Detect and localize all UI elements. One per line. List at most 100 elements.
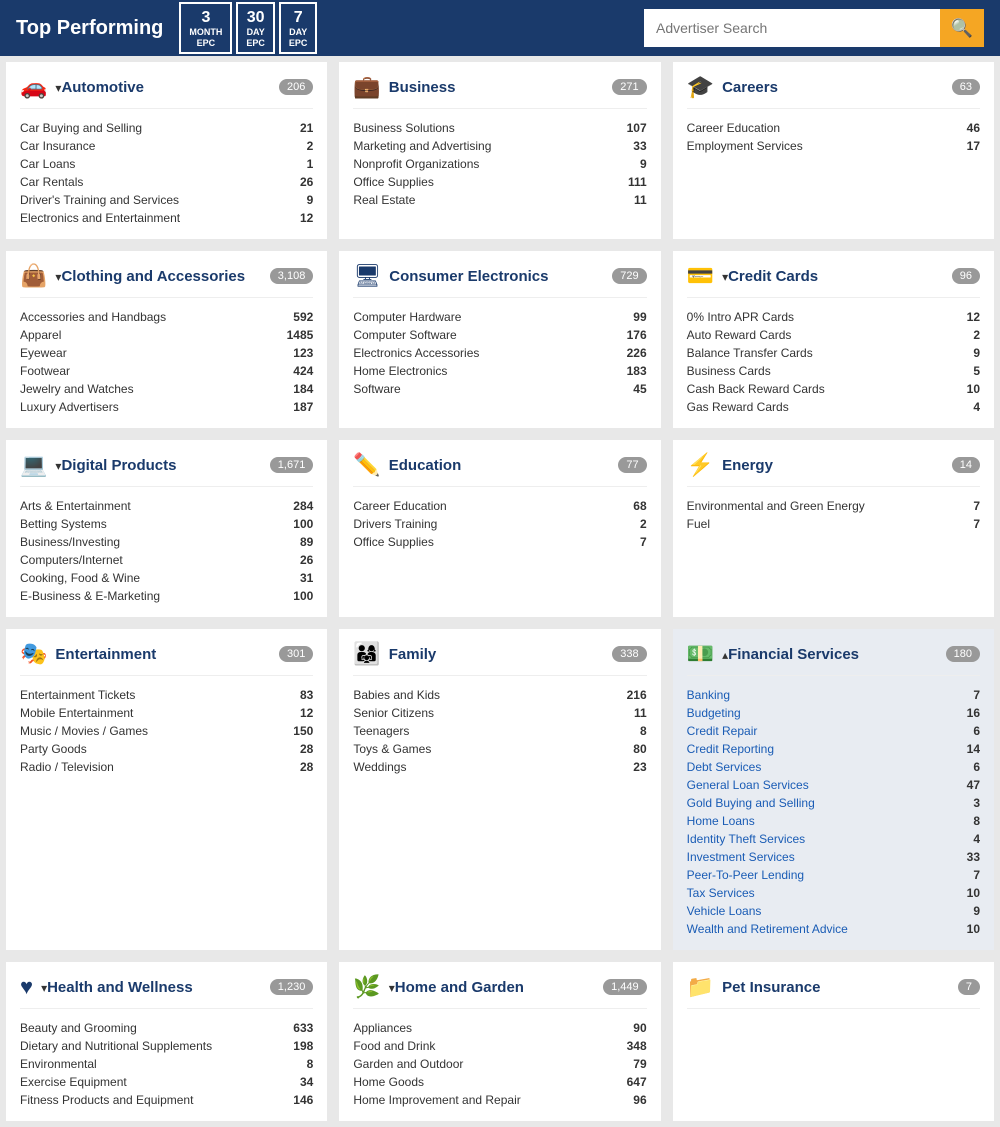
category-header[interactable]: 🎭 Entertainment 301 [20,641,313,676]
list-item[interactable]: Nonprofit Organizations 9 [353,155,646,173]
list-item[interactable]: Senior Citizens 11 [353,704,646,722]
list-item[interactable]: Computer Hardware 99 [353,308,646,326]
list-item[interactable]: Business Solutions 107 [353,119,646,137]
category-header[interactable]: 💳 Credit Cards 96 [687,263,980,298]
list-item[interactable]: Entertainment Tickets 83 [20,686,313,704]
category-header[interactable]: 📁 Pet Insurance 7 [687,974,980,1009]
category-header[interactable]: 👜 Clothing and Accessories 3,108 [20,263,313,298]
list-item[interactable]: Environmental 8 [20,1055,313,1073]
list-item[interactable]: Eyewear 123 [20,344,313,362]
list-item[interactable]: Luxury Advertisers 187 [20,398,313,416]
list-item[interactable]: Computers/Internet 26 [20,551,313,569]
list-item[interactable]: Teenagers 8 [353,722,646,740]
list-item[interactable]: Electronics and Entertainment 12 [20,209,313,227]
list-item[interactable]: Cooking, Food & Wine 31 [20,569,313,587]
category-header[interactable]: 🎓 Careers 63 [687,74,980,109]
list-item[interactable]: General Loan Services 47 [687,776,980,794]
category-header[interactable]: 💼 Business 271 [353,74,646,109]
list-item[interactable]: Computer Software 176 [353,326,646,344]
list-item[interactable]: Garden and Outdoor 79 [353,1055,646,1073]
category-header[interactable]: 💵 Financial Services 180 [687,641,980,676]
list-item[interactable]: Arts & Entertainment 284 [20,497,313,515]
list-item[interactable]: Radio / Television 28 [20,758,313,776]
list-item[interactable]: Budgeting 16 [687,704,980,722]
list-item[interactable]: Gold Buying and Selling 3 [687,794,980,812]
list-item[interactable]: Tax Services 10 [687,884,980,902]
list-item[interactable]: Drivers Training 2 [353,515,646,533]
list-item[interactable]: Home Electronics 183 [353,362,646,380]
list-item[interactable]: Electronics Accessories 226 [353,344,646,362]
list-item[interactable]: Exercise Equipment 34 [20,1073,313,1091]
list-item[interactable]: Business Cards 5 [687,362,980,380]
list-item[interactable]: Mobile Entertainment 12 [20,704,313,722]
list-item[interactable]: Toys & Games 80 [353,740,646,758]
list-item[interactable]: Marketing and Advertising 33 [353,137,646,155]
list-item[interactable]: Banking 7 [687,686,980,704]
list-item[interactable]: Balance Transfer Cards 9 [687,344,980,362]
list-item[interactable]: Home Improvement and Repair 96 [353,1091,646,1109]
list-item[interactable]: Car Buying and Selling 21 [20,119,313,137]
list-item[interactable]: Peer-To-Peer Lending 7 [687,866,980,884]
list-item[interactable]: Beauty and Grooming 633 [20,1019,313,1037]
list-item[interactable]: Appliances 90 [353,1019,646,1037]
list-item[interactable]: Fitness Products and Equipment 146 [20,1091,313,1109]
category-header[interactable]: ✏️ Education 77 [353,452,646,487]
list-item[interactable]: Weddings 23 [353,758,646,776]
list-item[interactable]: Investment Services 33 [687,848,980,866]
list-item[interactable]: Career Education 68 [353,497,646,515]
category-header[interactable]: 🌿 Home and Garden 1,449 [353,974,646,1009]
list-item[interactable]: Dietary and Nutritional Supplements 198 [20,1037,313,1055]
list-item[interactable]: Jewelry and Watches 184 [20,380,313,398]
list-item[interactable]: Real Estate 11 [353,191,646,209]
category-title: Consumer Electronics [389,268,604,285]
category-header[interactable]: 👨‍👩‍👧 Family 338 [353,641,646,676]
list-item[interactable]: Fuel 7 [687,515,980,533]
list-item[interactable]: Betting Systems 100 [20,515,313,533]
list-item[interactable]: Cash Back Reward Cards 10 [687,380,980,398]
list-item[interactable]: E-Business & E-Marketing 100 [20,587,313,605]
subcategory-count: 14 [967,742,980,756]
list-item[interactable]: Apparel 1485 [20,326,313,344]
list-item[interactable]: Wealth and Retirement Advice 10 [687,920,980,938]
list-item[interactable]: Auto Reward Cards 2 [687,326,980,344]
list-item[interactable]: Driver's Training and Services 9 [20,191,313,209]
subcategory-name: Tax Services [687,886,755,900]
list-item[interactable]: Gas Reward Cards 4 [687,398,980,416]
category-header[interactable]: ⚡ Energy 14 [687,452,980,487]
list-item[interactable]: Employment Services 17 [687,137,980,155]
list-item[interactable]: Credit Repair 6 [687,722,980,740]
list-item[interactable]: Car Rentals 26 [20,173,313,191]
list-item[interactable]: Business/Investing 89 [20,533,313,551]
subcategory-name: Auto Reward Cards [687,328,792,342]
category-header[interactable]: 🖥 Consumer Electronics 729 [353,263,646,298]
list-item[interactable]: Footwear 424 [20,362,313,380]
category-count: 96 [952,268,980,284]
category-header[interactable]: ♥ Health and Wellness 1,230 [20,974,313,1009]
category-header[interactable]: 🚗 Automotive 206 [20,74,313,109]
list-item[interactable]: Credit Reporting 14 [687,740,980,758]
search-input[interactable] [644,9,940,47]
epc-3month-button[interactable]: 3MONTHEPC [179,2,232,55]
list-item[interactable]: Debt Services 6 [687,758,980,776]
category-header[interactable]: 💻 Digital Products 1,671 [20,452,313,487]
list-item[interactable]: Office Supplies 111 [353,173,646,191]
list-item[interactable]: Office Supplies 7 [353,533,646,551]
list-item[interactable]: Identity Theft Services 4 [687,830,980,848]
list-item[interactable]: Home Loans 8 [687,812,980,830]
list-item[interactable]: Home Goods 647 [353,1073,646,1091]
list-item[interactable]: Food and Drink 348 [353,1037,646,1055]
list-item[interactable]: Car Insurance 2 [20,137,313,155]
list-item[interactable]: 0% Intro APR Cards 12 [687,308,980,326]
list-item[interactable]: Babies and Kids 216 [353,686,646,704]
list-item[interactable]: Accessories and Handbags 592 [20,308,313,326]
list-item[interactable]: Software 45 [353,380,646,398]
epc-30day-button[interactable]: 30DAYEPC [236,2,275,55]
list-item[interactable]: Career Education 46 [687,119,980,137]
search-button[interactable]: 🔍 [940,9,984,47]
list-item[interactable]: Environmental and Green Energy 7 [687,497,980,515]
list-item[interactable]: Vehicle Loans 9 [687,902,980,920]
epc-7day-button[interactable]: 7DAYEPC [279,2,318,55]
list-item[interactable]: Car Loans 1 [20,155,313,173]
list-item[interactable]: Music / Movies / Games 150 [20,722,313,740]
list-item[interactable]: Party Goods 28 [20,740,313,758]
